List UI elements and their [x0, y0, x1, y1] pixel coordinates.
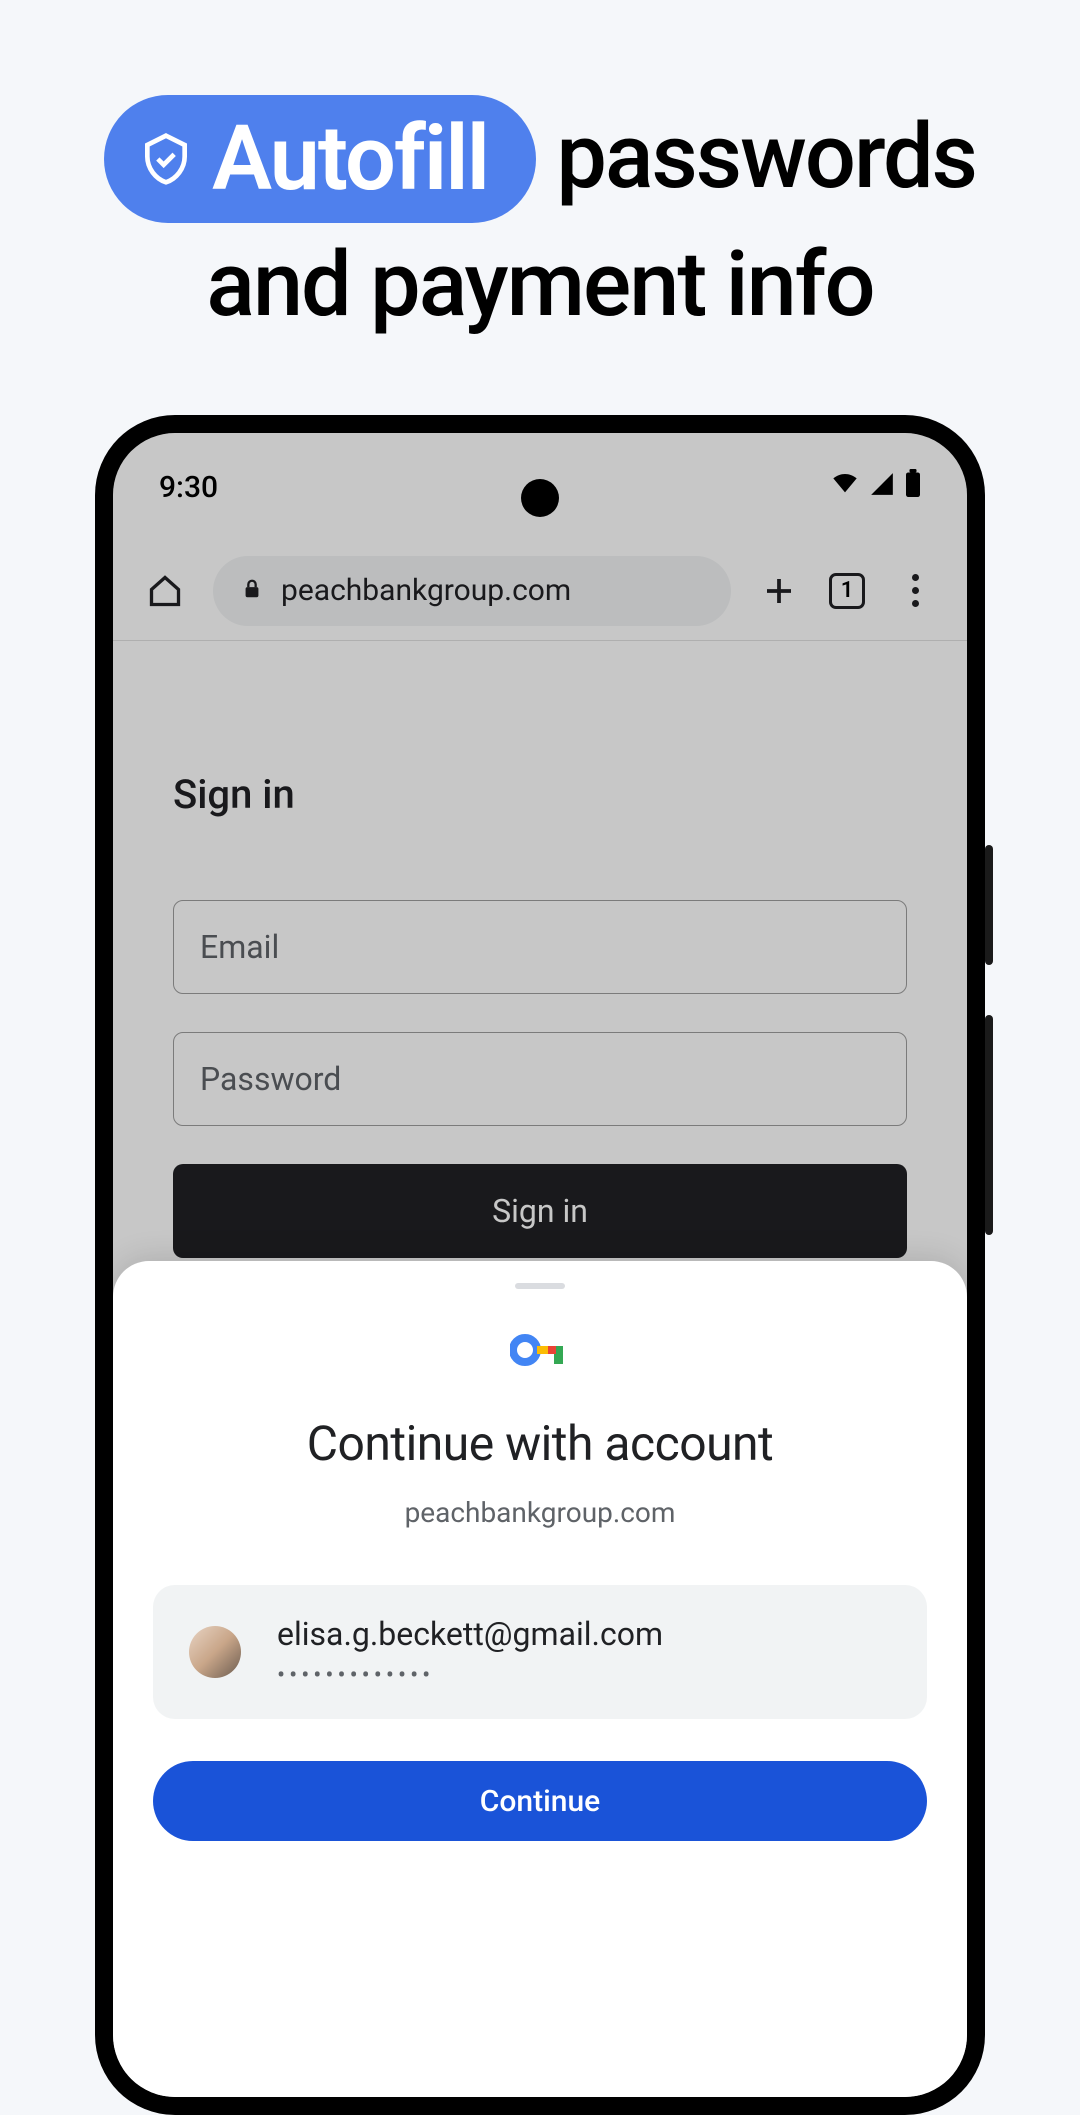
camera-cutout [521, 479, 559, 517]
headline-line2: and payment info [0, 231, 1080, 339]
overflow-menu-button[interactable] [887, 563, 943, 619]
signin-button-label: Sign in [492, 1192, 588, 1230]
continue-button[interactable]: Continue [153, 1761, 927, 1841]
email-placeholder: Email [200, 928, 279, 966]
account-password-mask: ••••••••••••• [277, 1661, 663, 1689]
status-time: 9:30 [159, 470, 218, 505]
email-field[interactable]: Email [173, 900, 907, 994]
cellular-icon [869, 470, 895, 505]
account-suggestion-card[interactable]: elisa.g.beckett@gmail.com ••••••••••••• [153, 1585, 927, 1719]
tab-count: 1 [829, 573, 865, 609]
signin-button[interactable]: Sign in [173, 1164, 907, 1258]
password-field[interactable]: Password [173, 1032, 907, 1126]
home-icon[interactable] [137, 563, 193, 619]
signin-heading: Sign in [173, 771, 907, 818]
tab-switcher-button[interactable]: 1 [819, 563, 875, 619]
sheet-domain: peachbankgroup.com [153, 1496, 927, 1529]
status-icons [831, 469, 921, 505]
battery-icon [905, 469, 921, 505]
autofill-badge: Autofill [104, 95, 536, 223]
shield-check-icon [138, 131, 194, 187]
headline-word-passwords: passwords [556, 104, 976, 209]
sheet-title: Continue with account [153, 1415, 927, 1472]
autofill-bottom-sheet: Continue with account peachbankgroup.com… [113, 1261, 967, 2097]
page-content: Sign in Email Password Sign in [113, 641, 967, 1258]
wifi-icon [831, 469, 859, 505]
url-bar[interactable]: peachbankgroup.com [213, 556, 731, 626]
new-tab-button[interactable] [751, 563, 807, 619]
continue-button-label: Continue [480, 1784, 600, 1819]
phone-frame: 9:30 peachbankgr [95, 415, 985, 2115]
account-email: elisa.g.beckett@gmail.com [277, 1615, 663, 1653]
lock-icon [241, 573, 263, 608]
password-manager-key-icon [153, 1333, 927, 1367]
autofill-badge-text: Autofill [212, 105, 488, 213]
phone-side-button [985, 845, 993, 965]
browser-toolbar: peachbankgroup.com 1 [113, 541, 967, 641]
drag-handle[interactable] [515, 1283, 565, 1289]
password-placeholder: Password [200, 1060, 341, 1098]
url-text: peachbankgroup.com [281, 573, 571, 608]
phone-screen: 9:30 peachbankgr [113, 433, 967, 2097]
phone-side-button [985, 1015, 993, 1235]
marketing-headline: Autofill passwords and payment info [0, 0, 1080, 339]
avatar [189, 1626, 241, 1678]
account-info: elisa.g.beckett@gmail.com ••••••••••••• [277, 1615, 663, 1689]
